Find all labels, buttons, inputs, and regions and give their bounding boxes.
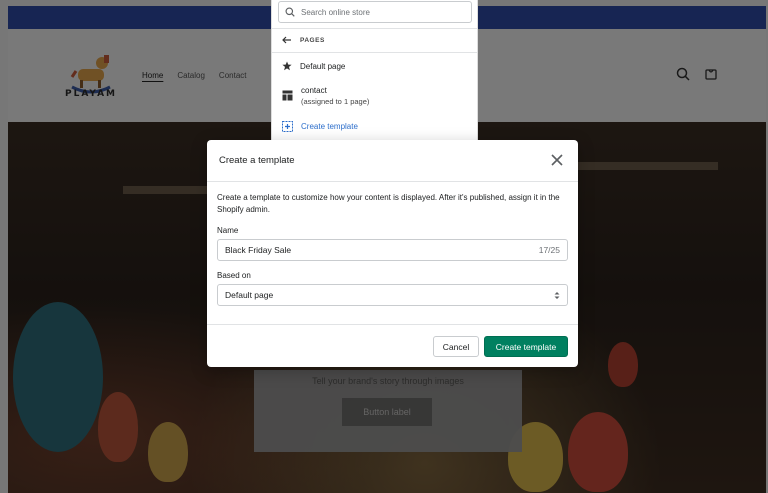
pages-section-header[interactable]: PAGES [282,36,325,44]
modal-title: Create a template [219,155,295,166]
item-label: contact [301,86,327,95]
based-on-label: Based on [217,271,251,280]
select-arrows-icon [554,291,560,299]
add-template-icon [282,121,293,132]
item-label: Default page [300,61,346,71]
star-icon [282,61,292,71]
search-placeholder: Search online store [301,7,370,17]
modal-body: Create a template to customize how your … [217,192,568,306]
create-template-modal: Create a template Create a template to c… [207,140,578,367]
name-input-value: Black Friday Sale [225,245,292,255]
item-text: contact (assigned to 1 page) [301,86,369,106]
picker-item-contact[interactable]: contact (assigned to 1 page) [282,86,369,106]
picker-item-create-template[interactable]: Create template [282,121,358,132]
name-input[interactable]: Black Friday Sale 17/25 [217,239,568,261]
template-picker: Search online store PAGES Default page c… [271,0,478,142]
character-counter: 17/25 [538,245,560,255]
divider [272,28,477,29]
based-on-value: Default page [225,290,274,300]
section-label: PAGES [300,36,325,44]
layout-icon [282,90,293,101]
close-icon[interactable] [550,153,564,167]
search-icon [285,7,295,17]
divider [272,52,477,53]
arrow-left-icon[interactable] [282,36,292,44]
name-label: Name [217,226,239,235]
create-template-button[interactable]: Create template [484,336,568,357]
based-on-select[interactable]: Default page [217,284,568,306]
modal-footer: Cancel Create template [207,324,578,367]
search-field[interactable]: Search online store [278,1,472,23]
modal-description: Create a template to customize how your … [217,193,560,214]
modal-header: Create a template [207,140,578,182]
item-label: Create template [301,122,358,131]
picker-item-default-page[interactable]: Default page [282,61,345,71]
cancel-button[interactable]: Cancel [433,336,479,357]
item-sublabel: (assigned to 1 page) [301,97,370,106]
